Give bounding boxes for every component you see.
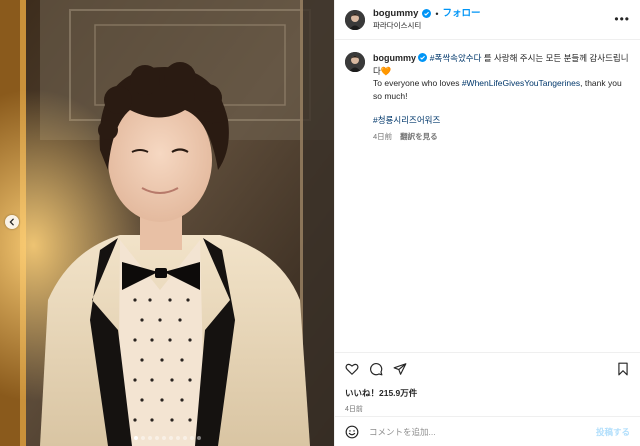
portrait-photo [0, 0, 334, 446]
hashtag-link[interactable]: #WhenLifeGivesYouTangerines [462, 78, 580, 88]
carousel-dot [196, 436, 201, 440]
avatar[interactable] [345, 9, 365, 30]
username[interactable]: bogummy [373, 8, 418, 20]
carousel-dot [154, 436, 159, 440]
more-horizontal-icon[interactable]: ••• [614, 12, 630, 26]
chevron-left-icon [9, 218, 14, 226]
carousel-dot [189, 436, 194, 440]
carousel-dot [182, 436, 187, 440]
verified-badge-icon [422, 9, 432, 18]
heart-icon [345, 363, 359, 375]
separator: • [435, 8, 439, 19]
comment-icon [370, 363, 383, 376]
carousel-dot [175, 436, 180, 440]
orange-heart-emoji: 🧡 [380, 65, 392, 76]
avatar-image [345, 52, 365, 72]
hashtag-link[interactable]: #폭싹속았수다 [430, 53, 482, 63]
send-icon [393, 363, 407, 375]
instagram-post-view: bogummy • フォロー 파라다이스시티 ••• bogummy #폭싹속았… [0, 0, 640, 446]
post-comment-button[interactable]: 投稿する [596, 426, 630, 438]
carousel-indicator [0, 436, 334, 440]
save-button[interactable] [616, 362, 630, 376]
location[interactable]: 파라다이스시티 [373, 20, 481, 32]
follow-button[interactable]: フォロー [443, 8, 481, 20]
avatar-image [345, 9, 365, 30]
caption-body: bogummy #폭싹속았수다 를 사랑해 주시는 모든 분들께 감사드립니다🧡… [373, 52, 630, 143]
post-side-panel: bogummy • フォロー 파라다이스시티 ••• bogummy #폭싹속았… [334, 0, 640, 446]
carousel-prev-button[interactable] [5, 215, 19, 229]
post-actions: いいね！215.9万件 4日前 [335, 352, 640, 414]
like-count[interactable]: いいね！215.9万件 [345, 387, 630, 399]
carousel-dot [147, 436, 152, 440]
like-button[interactable] [345, 362, 359, 376]
comment-input[interactable] [369, 426, 596, 437]
verified-badge-icon [418, 53, 428, 62]
post-photo[interactable] [0, 0, 334, 446]
carousel-dot [140, 436, 145, 440]
caption-avatar[interactable] [345, 52, 365, 72]
emoji-button[interactable] [345, 425, 359, 439]
share-button[interactable] [393, 362, 407, 376]
carousel-dot [133, 436, 138, 440]
caption-username[interactable]: bogummy [373, 53, 416, 63]
post-date[interactable]: 4日前 [345, 404, 630, 414]
carousel-dot [168, 436, 173, 440]
caption-text-en: To everyone who loves [373, 78, 462, 88]
caption-time[interactable]: 4日前 [373, 131, 392, 144]
carousel-dot [161, 436, 166, 440]
post-header: bogummy • フォロー 파라다이스시티 ••• [335, 0, 640, 40]
caption: bogummy #폭싹속았수다 를 사랑해 주시는 모든 분들께 감사드립니다🧡… [335, 40, 640, 143]
hashtag-link[interactable]: #청룡시리즈어워즈 [373, 115, 440, 125]
comment-bar: 投稿する [335, 416, 640, 446]
comment-button[interactable] [369, 362, 383, 376]
bookmark-icon [618, 362, 628, 376]
translate-button[interactable]: 翻訳を見る [400, 131, 438, 144]
smiley-icon [345, 425, 359, 438]
